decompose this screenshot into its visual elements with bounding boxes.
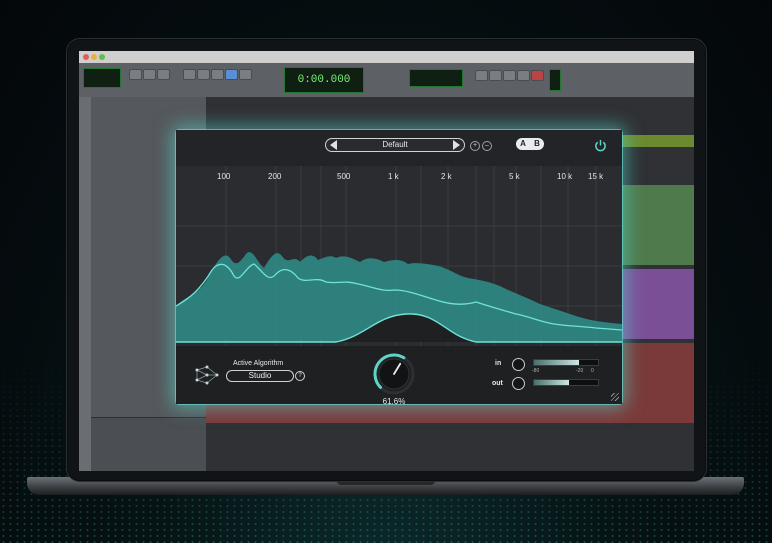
main-counter[interactable]: 0:00.000 — [284, 67, 364, 93]
spectrum-graph[interactable]: 100 200 500 1 k 2 k 5 k 10 k 15 k — [176, 166, 622, 346]
meter-scale-label: -20 — [576, 368, 584, 374]
sub-counter[interactable] — [409, 69, 463, 87]
transport-record-button[interactable] — [531, 70, 544, 81]
meter-scale-label: -80 — [532, 368, 540, 374]
next-preset-icon[interactable] — [453, 140, 460, 150]
active-algorithm-label: Active Algorithm — [233, 360, 284, 367]
meter-scale-label: 0 — [591, 368, 594, 374]
toolbar-button[interactable] — [211, 69, 224, 80]
transport-stop-button[interactable] — [503, 70, 516, 81]
transport-forward-button[interactable] — [489, 70, 502, 81]
minimize-window-button[interactable] — [91, 54, 97, 60]
plugin-controls: Active Algorithm Studio ? 61.6% in -80 -… — [176, 346, 622, 406]
algorithm-selector[interactable]: Studio — [226, 370, 294, 382]
zoom-window-button[interactable] — [99, 54, 105, 60]
plugin-window: Default + – A B 100 200 500 1 k 2 k 5 k … — [176, 130, 622, 406]
freq-label: 15 k — [588, 172, 604, 181]
input-label: in — [495, 360, 502, 367]
toolbar-button[interactable] — [157, 69, 170, 80]
output-meter-fill — [534, 380, 570, 385]
mode-display[interactable] — [83, 68, 121, 88]
window-titlebar — [79, 51, 694, 63]
freq-label: 2 k — [441, 172, 452, 181]
daw-toolbar: 0:00.000 — [79, 63, 694, 98]
save-preset-icon[interactable]: + — [470, 141, 480, 151]
close-window-button[interactable] — [83, 54, 89, 60]
toolbar-button[interactable] — [197, 69, 210, 80]
edit-window-sidebar — [79, 97, 91, 471]
level-meter — [549, 69, 561, 91]
transport-play-button[interactable] — [517, 70, 530, 81]
help-icon[interactable]: ? — [295, 371, 305, 381]
input-meter — [533, 359, 599, 366]
amount-value: 61.6% — [382, 397, 406, 406]
ab-compare-b[interactable]: B — [530, 138, 544, 150]
freq-label: 200 — [268, 172, 282, 181]
output-label: out — [492, 380, 503, 387]
plugin-header: Default + – A B — [176, 130, 622, 167]
freq-label: 1 k — [388, 172, 399, 181]
toolbar-button[interactable] — [129, 69, 142, 80]
freq-label: 500 — [337, 172, 351, 181]
spectrum-svg — [176, 166, 622, 346]
output-meter — [533, 379, 599, 386]
toolbar-button-active[interactable] — [225, 69, 238, 80]
freq-label: 100 — [217, 172, 231, 181]
freq-label: 5 k — [509, 172, 520, 181]
preset-selector[interactable]: Default — [325, 138, 465, 152]
transport-rewind-button[interactable] — [475, 70, 488, 81]
preset-name: Default — [382, 140, 408, 149]
remove-preset-icon[interactable]: – — [482, 141, 492, 151]
input-meter-fill — [534, 360, 579, 365]
toolbar-button[interactable] — [239, 69, 252, 80]
amount-knob[interactable] — [373, 353, 415, 395]
neural-network-icon — [195, 365, 219, 385]
ab-compare-toggle[interactable]: A B — [516, 138, 544, 150]
toolbar-button[interactable] — [183, 69, 196, 80]
output-gain-knob[interactable] — [512, 377, 525, 390]
freq-label: 10 k — [557, 172, 573, 181]
laptop-frame: 0:00.000 Default + – A B 100 200 500 1 k… — [66, 38, 707, 482]
input-gain-knob[interactable] — [512, 358, 525, 371]
laptop-screen: 0:00.000 Default + – A B 100 200 500 1 k… — [79, 51, 694, 471]
power-icon[interactable] — [594, 139, 607, 152]
resize-handle[interactable] — [611, 393, 619, 401]
toolbar-button[interactable] — [143, 69, 156, 80]
ab-compare-a[interactable]: A — [516, 138, 530, 150]
